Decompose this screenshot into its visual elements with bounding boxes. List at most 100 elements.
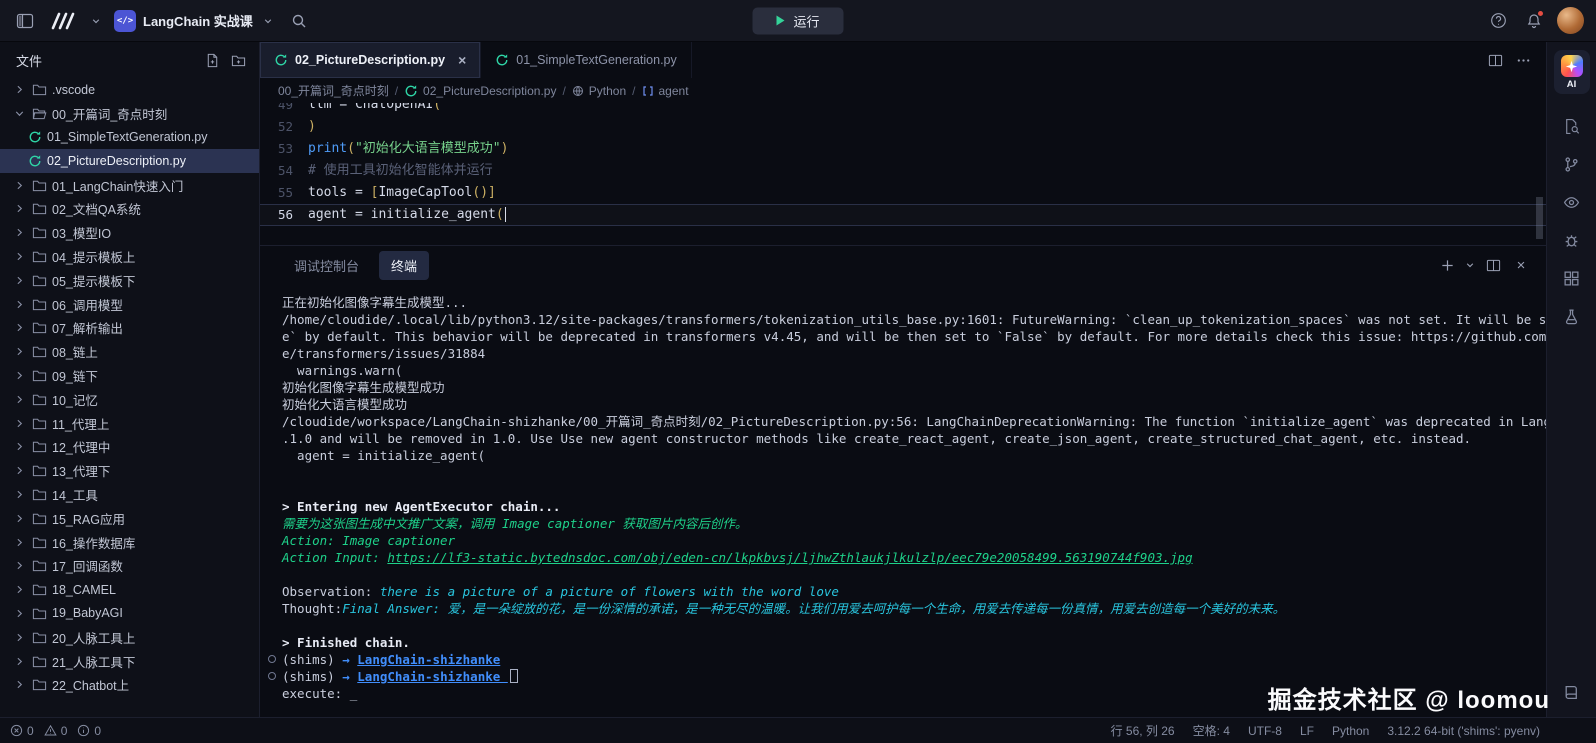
folder-icon xyxy=(32,368,47,383)
tree-item[interactable]: 17_回调函数 xyxy=(0,554,259,578)
tree-item[interactable]: 00_开篇词_奇点时刻 xyxy=(0,102,259,126)
close-icon[interactable]: × xyxy=(458,52,466,68)
line-number[interactable]: 53 xyxy=(260,138,308,160)
new-folder-icon[interactable] xyxy=(225,47,251,73)
project-switcher[interactable]: </> LangChain 实战课 xyxy=(114,8,276,34)
avatar[interactable] xyxy=(1557,7,1584,34)
chevron-down-icon[interactable] xyxy=(88,8,104,34)
line-number[interactable]: 56 xyxy=(260,204,308,226)
code-line[interactable]: 49llm = ChatOpenAI( xyxy=(260,103,1546,116)
tree-item[interactable]: 02_PictureDescription.py xyxy=(0,149,259,173)
terminal-line: (shims) → LangChain-shizhanke xyxy=(282,651,1546,668)
status-item[interactable]: LF xyxy=(1300,724,1314,738)
tree-item[interactable]: 07_解析输出 xyxy=(0,316,259,340)
docs-icon[interactable] xyxy=(1563,684,1580,701)
status-error[interactable]: 0 xyxy=(10,724,34,738)
breadcrumb-item[interactable]: 02_PictureDescription.py xyxy=(404,84,556,98)
terminal-link[interactable]: LangChain-shizhanke xyxy=(357,669,508,684)
tree-item[interactable]: 22_Chatbot上 xyxy=(0,673,259,697)
panel-tab-debug-console[interactable]: 调试控制台 xyxy=(282,251,371,280)
folder-icon xyxy=(32,582,47,597)
preview-eye-icon[interactable] xyxy=(1563,194,1580,211)
chevron-right-icon xyxy=(12,83,27,96)
editor-tab[interactable]: 01_SimpleTextGeneration.py xyxy=(481,42,692,78)
more-actions-icon[interactable] xyxy=(1510,47,1536,73)
code-token: agent xyxy=(308,207,355,222)
tree-item[interactable]: 21_人脉工具下 xyxy=(0,649,259,673)
debug-icon[interactable] xyxy=(1563,232,1580,249)
code-text[interactable]: # 使用工具初始化智能体并运行 xyxy=(308,160,493,182)
tree-item[interactable]: 10_记忆 xyxy=(0,387,259,411)
tree-item[interactable]: 14_工具 xyxy=(0,483,259,507)
tree-item[interactable]: 18_CAMEL xyxy=(0,578,259,602)
new-terminal-icon[interactable] xyxy=(1434,252,1460,278)
extensions-icon[interactable] xyxy=(1563,270,1580,287)
tests-icon[interactable] xyxy=(1563,308,1580,325)
code-line[interactable]: 56agent = initialize_agent( xyxy=(260,204,1546,226)
new-file-icon[interactable] xyxy=(199,47,225,73)
run-button[interactable]: 运行 xyxy=(752,7,843,34)
terminal-link[interactable]: LangChain-shizhanke xyxy=(357,652,500,667)
tree-item[interactable]: 04_提示模板上 xyxy=(0,245,259,269)
status-item[interactable]: 3.12.2 64-bit ('shims': pyenv) xyxy=(1387,724,1540,738)
line-number[interactable]: 49 xyxy=(260,103,308,116)
chevron-down-icon[interactable] xyxy=(1462,252,1478,278)
ai-assistant-button[interactable]: AI xyxy=(1554,50,1590,94)
tree-item[interactable]: 16_操作数据库 xyxy=(0,530,259,554)
tree-item[interactable]: 05_提示模板下 xyxy=(0,268,259,292)
code-text[interactable]: llm = ChatOpenAI( xyxy=(308,103,441,116)
status-item[interactable]: Python xyxy=(1332,724,1369,738)
tree-item[interactable]: 01_SimpleTextGeneration.py xyxy=(0,126,259,150)
source-control-icon[interactable] xyxy=(1563,156,1580,173)
terminal-output[interactable]: 正在初始化图像字幕生成模型.../home/cloudide/.local/li… xyxy=(260,284,1546,717)
terminal-link[interactable]: https://lf3-static.bytednsdoc.com/obj/ed… xyxy=(387,550,1192,565)
split-panel-icon[interactable] xyxy=(1480,252,1506,278)
bell-icon[interactable] xyxy=(1521,8,1547,34)
layout-sidebar-toggle-icon[interactable] xyxy=(12,8,38,34)
tree-item[interactable]: 08_链上 xyxy=(0,340,259,364)
status-info[interactable]: 0 xyxy=(77,724,101,738)
breadcrumb-item[interactable]: 00_开篇词_奇点时刻 xyxy=(278,82,389,99)
code-text[interactable]: print("初始化大语言模型成功") xyxy=(308,138,508,160)
code-line[interactable]: 52) xyxy=(260,116,1546,138)
breadcrumb-item[interactable]: Python xyxy=(572,84,626,98)
chevron-right-icon xyxy=(12,559,27,572)
panel-tab-terminal[interactable]: 终端 xyxy=(379,251,429,280)
tree-item[interactable]: 11_代理上 xyxy=(0,411,259,435)
status-item[interactable]: 行 56, 列 26 xyxy=(1111,722,1175,739)
status-item[interactable]: UTF-8 xyxy=(1248,724,1282,738)
split-editor-icon[interactable] xyxy=(1482,47,1508,73)
terminal-text: → xyxy=(342,669,357,684)
tree-item[interactable]: 13_代理下 xyxy=(0,459,259,483)
code-line[interactable]: 53print("初始化大语言模型成功") xyxy=(260,138,1546,160)
app-logo[interactable] xyxy=(48,11,78,31)
tree-item[interactable]: 09_链下 xyxy=(0,364,259,388)
code-editor[interactable]: 49llm = ChatOpenAI(52)53print("初始化大语言模型成… xyxy=(260,103,1546,245)
breadcrumb-item[interactable]: agent xyxy=(642,84,689,98)
close-panel-icon[interactable]: × xyxy=(1508,252,1534,278)
line-number[interactable]: 54 xyxy=(260,160,308,182)
tree-item[interactable]: 15_RAG应用 xyxy=(0,506,259,530)
file-search-icon[interactable] xyxy=(1563,118,1580,135)
tree-item[interactable]: 19_BabyAGI xyxy=(0,602,259,626)
status-item[interactable]: 空格: 4 xyxy=(1193,722,1230,739)
help-icon[interactable] xyxy=(1485,8,1511,34)
tree-item[interactable]: 03_模型IO xyxy=(0,221,259,245)
tree-item[interactable]: 02_文档QA系统 xyxy=(0,197,259,221)
code-text[interactable]: agent = initialize_agent( xyxy=(308,204,506,226)
line-number[interactable]: 52 xyxy=(260,116,308,138)
code-text[interactable]: ) xyxy=(308,116,316,138)
code-line[interactable]: 54# 使用工具初始化智能体并运行 xyxy=(260,160,1546,182)
editor-scrollbar[interactable] xyxy=(1536,197,1543,239)
line-number[interactable]: 55 xyxy=(260,182,308,204)
editor-tab[interactable]: 02_PictureDescription.py× xyxy=(260,42,481,78)
code-text[interactable]: tools = [ImageCapTool()] xyxy=(308,182,496,204)
tree-item[interactable]: 12_代理中 xyxy=(0,435,259,459)
status-warning[interactable]: 0 xyxy=(44,724,68,738)
search-icon[interactable] xyxy=(286,8,312,34)
tree-item[interactable]: 06_调用模型 xyxy=(0,292,259,316)
tree-item[interactable]: 01_LangChain快速入门 xyxy=(0,173,259,197)
tree-item[interactable]: .vscode xyxy=(0,78,259,102)
tree-item[interactable]: 20_人脉工具上 xyxy=(0,625,259,649)
code-line[interactable]: 55tools = [ImageCapTool()] xyxy=(260,182,1546,204)
